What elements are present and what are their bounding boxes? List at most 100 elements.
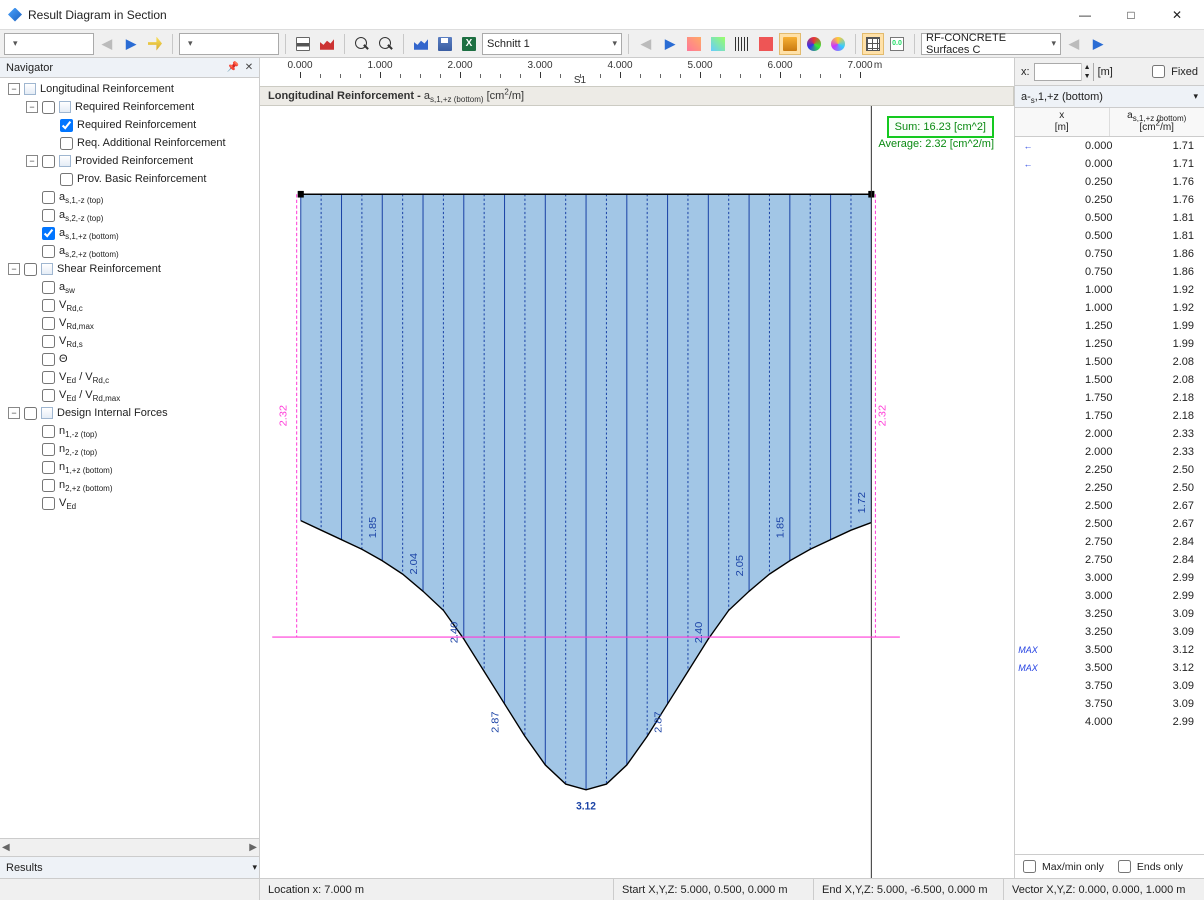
tree-checkbox[interactable] [42,155,55,168]
print-button[interactable] [292,33,314,55]
palette-a-button[interactable] [803,33,825,55]
save-button[interactable] [434,33,456,55]
table-row[interactable]: 4.0002.99 [1015,713,1204,731]
section-combo[interactable]: Schnitt 1▾ [482,33,622,55]
fixed-checkbox-label[interactable]: Fixed [1148,62,1198,81]
tree-checkbox[interactable] [60,173,73,186]
table-row[interactable]: 3.7503.09 [1015,695,1204,713]
tree-checkbox[interactable] [42,371,55,384]
table-row[interactable]: 3.0002.99 [1015,587,1204,605]
table-row[interactable]: 1.2501.99 [1015,317,1204,335]
table-row[interactable]: 3.7503.09 [1015,677,1204,695]
table-row[interactable]: 2.0002.33 [1015,425,1204,443]
tree-node[interactable]: −Shear Reinforcement [0,260,259,278]
table-row[interactable]: MAX3.5003.12 [1015,641,1204,659]
vert-button[interactable] [731,33,753,55]
prev-sec-button[interactable]: ◀ [635,33,657,55]
tree-node[interactable]: n2,+z (bottom) [0,476,259,494]
table-row[interactable]: 2.5002.67 [1015,515,1204,533]
tree-node[interactable]: −Provided Reinforcement [0,152,259,170]
overlap-b-button[interactable] [707,33,729,55]
table-row[interactable]: 0.2501.76 [1015,191,1204,209]
tree-checkbox[interactable] [24,407,37,420]
tree-checkbox[interactable] [42,209,55,222]
next-mod-button[interactable]: ▶ [1087,33,1109,55]
tree-node[interactable]: −Longitudinal Reinforcement [0,80,259,98]
close-button[interactable]: ✕ [1154,0,1200,30]
tree-checkbox[interactable] [42,443,55,456]
tree-toggle[interactable]: − [26,155,38,167]
minimize-button[interactable]: — [1062,0,1108,30]
combo-2[interactable]: ▾ [179,33,279,55]
tree-toggle[interactable]: − [8,83,20,95]
numbers-button[interactable]: 0.0 [886,33,908,55]
tree-node[interactable]: as,2,-z (top) [0,206,259,224]
table-row[interactable]: ←0.0001.71 [1015,137,1204,155]
grid-button[interactable] [862,33,884,55]
table-row[interactable]: 2.5002.67 [1015,497,1204,515]
table-row[interactable]: 1.2501.99 [1015,335,1204,353]
zoom-in-button[interactable] [351,33,373,55]
tree-checkbox[interactable] [42,245,55,258]
tree-node[interactable]: VRd,s [0,332,259,350]
tree-node[interactable]: n2,-z (top) [0,440,259,458]
maxmin-checkbox-label[interactable]: Max/min only [1019,857,1104,876]
tree-checkbox[interactable] [42,317,55,330]
tree-toggle[interactable]: − [8,407,20,419]
tree-checkbox[interactable] [42,479,55,492]
tree-node[interactable]: n1,-z (top) [0,422,259,440]
x-input[interactable] [1035,66,1081,78]
spin-up[interactable]: ▲ [1081,63,1093,72]
tree-node[interactable]: −Design Internal Forces [0,404,259,422]
prev-mod-button[interactable]: ◀ [1063,33,1085,55]
table-row[interactable]: 2.0002.33 [1015,443,1204,461]
tree-node[interactable]: VEd [0,494,259,512]
fill-button[interactable] [779,33,801,55]
tree-checkbox[interactable] [42,425,55,438]
table-row[interactable]: 0.5001.81 [1015,209,1204,227]
zoom-out-button[interactable] [375,33,397,55]
table-row[interactable]: 1.5002.08 [1015,371,1204,389]
tree-checkbox[interactable] [42,353,55,366]
next-1-button[interactable]: ▶ [120,33,142,55]
ends-checkbox-label[interactable]: Ends only [1114,857,1183,876]
table-row[interactable]: 3.2503.09 [1015,605,1204,623]
table-row[interactable]: 2.7502.84 [1015,551,1204,569]
fixed-checkbox[interactable] [1152,65,1165,78]
excel-button[interactable]: X [458,33,480,55]
table-row[interactable]: 2.2502.50 [1015,461,1204,479]
tree-node[interactable]: VEd / VRd,c [0,368,259,386]
tree-node[interactable]: VEd / VRd,max [0,386,259,404]
maximize-button[interactable]: □ [1108,0,1154,30]
tree-node[interactable]: −Required Reinforcement [0,98,259,116]
tree-checkbox[interactable] [42,101,55,114]
table-row[interactable]: 1.0001.92 [1015,281,1204,299]
tree-checkbox[interactable] [60,119,73,132]
table-row[interactable]: 1.5002.08 [1015,353,1204,371]
tree-checkbox[interactable] [24,263,37,276]
tree-checkbox[interactable] [42,497,55,510]
combo-1[interactable]: ▾ [4,33,94,55]
tree-checkbox[interactable] [42,389,55,402]
table-row[interactable]: 0.7501.86 [1015,245,1204,263]
table-row[interactable]: 1.0001.92 [1015,299,1204,317]
tree-checkbox[interactable] [42,191,55,204]
tree-toggle[interactable]: − [26,101,38,113]
table-row[interactable]: 3.0002.99 [1015,569,1204,587]
tree-checkbox[interactable] [42,461,55,474]
overlap-a-button[interactable] [683,33,705,55]
x-spinner[interactable]: ▲▼ [1034,63,1094,81]
table-row[interactable]: 3.2503.09 [1015,623,1204,641]
tree-checkbox[interactable] [60,137,73,150]
table-row[interactable]: 1.7502.18 [1015,389,1204,407]
report-button[interactable] [316,33,338,55]
tree-node[interactable]: Θ [0,350,259,368]
maxmin-checkbox[interactable] [1023,860,1036,873]
table-row[interactable]: 1.7502.18 [1015,407,1204,425]
tree-checkbox[interactable] [42,281,55,294]
tree-node[interactable]: VRd,c [0,296,259,314]
table-row[interactable]: 2.7502.84 [1015,533,1204,551]
tree-toggle[interactable]: − [8,263,20,275]
nav-close-icon[interactable]: ✕ [241,60,257,76]
tree-node[interactable]: Req. Additional Reinforcement [0,134,259,152]
